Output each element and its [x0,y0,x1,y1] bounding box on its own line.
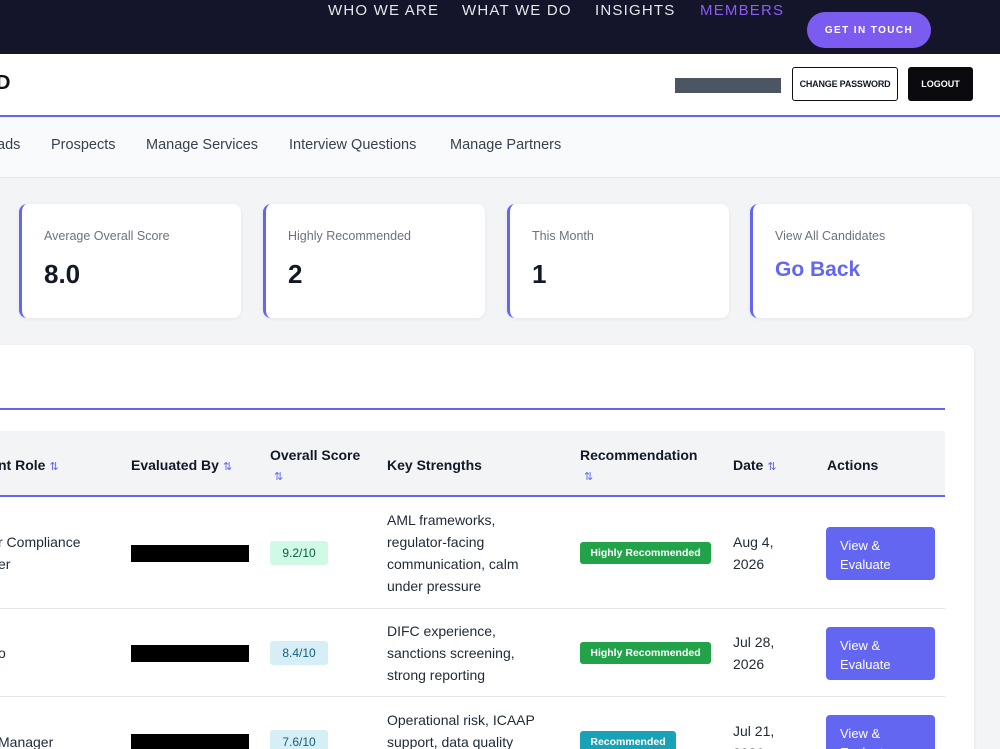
stat-value: 8.0 [44,259,81,289]
column-label: Recommendation [580,447,698,463]
redacted-evaluator [131,734,249,749]
go-back-link[interactable]: Go Back [775,258,860,282]
strength-line: DIFC experience, [387,623,496,639]
stat-label: Average Overall Score [44,229,170,243]
date-line: Jul 28, [733,634,775,650]
strength-line: strong reporting [387,667,486,683]
sort-icon[interactable]: ⇅ [223,461,232,473]
column-label: Date [733,457,764,473]
logout-button[interactable]: LOGOUT [908,67,973,101]
stat-label: View All Candidates [775,229,886,243]
nav-link-who-we-are[interactable]: WHO WE ARE [328,2,439,19]
stat-card-average-score: Average Overall Score 8.0 [19,204,241,318]
column-label: Evaluated By [131,457,219,473]
strength-line: AML frameworks, [387,512,496,528]
date-cell: Jul 21, 2026 [733,720,774,749]
table-row: r Compliance er 9.2/10 AML frameworks, re… [0,498,945,609]
sort-icon[interactable]: ⇅ [584,471,593,483]
strength-line: Operational risk, ICAAP [387,712,535,728]
sort-icon[interactable]: ⇅ [767,461,776,473]
subnav-item-manage-partners[interactable]: Manage Partners [450,137,561,153]
role-line: Manager [0,734,54,749]
redacted-username [675,78,781,93]
score-badge: 9.2/10 [270,541,328,565]
column-header-key-strengths: Key Strengths [387,457,482,473]
stat-card-view-all: View All Candidates Go Back [750,204,972,318]
strength-line: support, data quality [387,734,514,749]
date-cell: Aug 4, 2026 [733,531,773,575]
stat-value: 2 [288,259,303,289]
table-row: Manager 7.6/10 Operational risk, ICAAP s… [0,698,945,749]
score-badge: 8.4/10 [270,641,328,665]
column-header-evaluated-by[interactable]: Evaluated By ⇅ [131,457,232,473]
subnav-item-leads[interactable]: ads [0,137,20,153]
column-header-role[interactable]: nt Role ⇅ [0,457,59,473]
view-evaluate-button[interactable]: View & Evaluate [826,627,935,680]
recommendation-badge: Highly Recommended [580,542,711,564]
view-evaluate-button[interactable]: View & Evaluate [826,715,935,749]
recommendation-badge: Recommended [580,731,676,749]
role-cell: o [0,642,6,664]
redacted-evaluator [131,645,249,662]
panel-divider [0,408,945,410]
role-line: o [0,645,6,661]
subnav-item-interview-questions[interactable]: Interview Questions [289,137,416,153]
top-navigation: WHO WE ARE WHAT WE DO INSIGHTS MEMBERS G… [0,0,1000,54]
strength-line: sanctions screening, [387,645,515,661]
subnav-item-prospects[interactable]: Prospects [51,137,115,153]
role-cell: r Compliance er [0,531,80,575]
role-line: r Compliance [0,534,81,550]
date-line: Aug 4, [733,534,774,550]
date-line: 2026 [733,745,764,749]
table-header: nt Role ⇅ Evaluated By ⇅ Overall Score ⇅ Ke… [0,431,945,497]
strengths-cell: DIFC experience, sanctions screening, st… [387,620,515,686]
strengths-cell: Operational risk, ICAAP support, data qu… [387,709,535,749]
role-cell: Manager [0,731,53,749]
admin-subnav: ads Prospects Manage Services Interview … [0,118,1000,178]
table-row: o 8.4/10 DIFC experience, sanctions scre… [0,610,945,697]
nav-link-members[interactable]: MEMBERS [700,2,784,19]
stat-card-highly-recommended: Highly Recommended 2 [263,204,485,318]
sort-icon[interactable]: ⇅ [49,461,58,473]
nav-link-what-we-do[interactable]: WHAT WE DO [462,2,572,19]
stat-label: This Month [532,229,594,243]
nav-link-insights[interactable]: INSIGHTS [595,2,675,19]
subnav-item-manage-services[interactable]: Manage Services [146,137,258,153]
stat-label: Highly Recommended [288,229,411,243]
stat-value: 1 [532,259,547,289]
strengths-cell: AML frameworks, regulator-facing communi… [387,509,519,597]
stat-card-this-month: This Month 1 [507,204,729,318]
column-header-overall-score[interactable]: Overall Score ⇅ [270,445,380,487]
sort-icon[interactable]: ⇅ [274,471,283,483]
date-line: 2026 [733,656,765,672]
dashboard-title: D [0,72,11,94]
column-label: Overall Score [270,447,361,463]
column-header-date[interactable]: Date ⇅ [733,457,777,473]
change-password-button[interactable]: CHANGE PASSWORD [792,67,898,101]
score-badge: 7.6/10 [270,730,328,749]
get-in-touch-button[interactable]: GET IN TOUCH [807,12,931,48]
strength-line: under pressure [387,578,482,594]
column-label: nt Role [0,457,46,473]
date-cell: Jul 28, 2026 [733,631,774,675]
role-line: er [0,556,11,572]
date-line: Jul 21, [733,723,775,739]
recommendation-badge: Highly Recommended [580,642,711,664]
strength-line: regulator-facing [387,534,485,550]
column-header-recommendation[interactable]: Recommendation ⇅ [580,445,720,487]
date-line: 2026 [733,556,765,572]
view-evaluate-button[interactable]: View & Evaluate [826,527,935,580]
column-header-actions: Actions [827,457,879,473]
strength-line: communication, calm [387,556,519,572]
redacted-evaluator [131,545,249,562]
